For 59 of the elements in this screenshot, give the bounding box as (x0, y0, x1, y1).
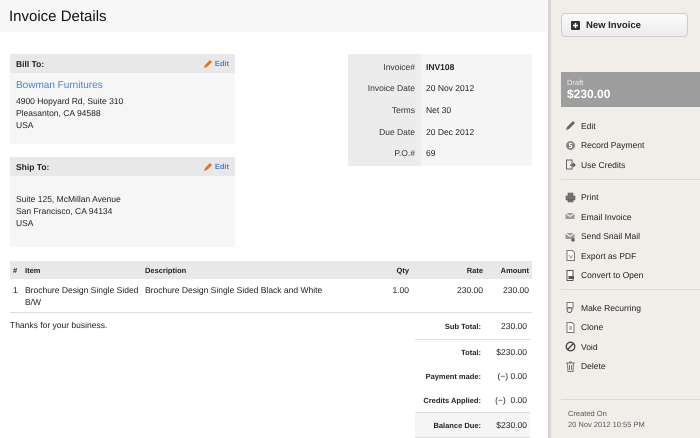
printer-icon (565, 192, 576, 203)
document-arrow-icon (565, 159, 576, 170)
new-invoice-button[interactable]: New Invoice (561, 13, 688, 37)
action-link[interactable]: Edit (565, 116, 700, 136)
table-cell: 1.00 (382, 279, 412, 312)
pencil-icon (202, 58, 213, 68)
action-link[interactable]: Print (565, 188, 700, 207)
meta-value: 20 Nov 2012 (426, 83, 474, 94)
address-line: San Francisco, CA 94134 (16, 205, 114, 217)
meta-value: INV108 (426, 62, 454, 72)
meta-label: Terms (390, 104, 415, 115)
address-line: Suite 125, McMillan Avenue (16, 193, 122, 205)
action-link[interactable]: Make Recurring (565, 298, 700, 318)
action-link[interactable]: Convert to Open (565, 266, 700, 285)
action-link[interactable]: Send Snail Mail (565, 226, 700, 246)
status-amount: $230.00 (567, 87, 612, 101)
action-link[interactable]: Email Invoice (565, 207, 700, 226)
action-link[interactable]: Record Payment (565, 136, 700, 155)
table-cell: 230.00 (412, 279, 486, 312)
total-value: $230.00 (495, 347, 527, 357)
meta-label: Invoice# (382, 62, 415, 72)
total-value: (−) 0.00 (496, 371, 527, 381)
meta-label: Due Date (378, 126, 415, 137)
action-link[interactable]: Export as PDF (565, 246, 700, 266)
meta-label: P.O.# (393, 148, 415, 158)
total-value: 230.00 (500, 321, 527, 331)
action-link[interactable]: Clone (565, 318, 700, 337)
total-value: $230.00 (495, 420, 527, 430)
document-icon (565, 270, 576, 281)
table-cell: Brochure Design Single Sided B/W (22, 279, 142, 312)
table-cell: 1 (10, 279, 22, 312)
copy-icon (565, 322, 576, 333)
void-icon (565, 341, 576, 352)
address-line: Pleasanton, CA 94588 (16, 107, 102, 119)
customer-name-link[interactable]: Bowman Furnitures (16, 80, 229, 92)
address-line: USA (16, 119, 34, 131)
total-value: (−) 0.00 (494, 395, 527, 405)
meta-value: Net 30 (426, 104, 452, 115)
page-title: Invoice Details (9, 8, 107, 24)
action-link[interactable]: Void (565, 337, 700, 356)
notes-text: Thanks for your business. (10, 320, 108, 332)
pencil-icon (202, 162, 213, 172)
trash-icon (565, 360, 576, 372)
meta-label: Invoice Date (366, 83, 415, 94)
coin-icon (565, 140, 576, 151)
action-link[interactable]: Use Credits (565, 155, 700, 174)
card-heading: Ship To: (16, 162, 50, 172)
meta-value: 69 (426, 148, 436, 158)
pencil-icon (565, 120, 576, 132)
pdf-document-icon (565, 250, 576, 262)
plus-icon (571, 20, 580, 30)
table-cell: 230.00 (486, 279, 532, 312)
envelope-icon (565, 230, 576, 242)
card-heading: Bill To: (16, 58, 44, 68)
action-link[interactable]: Delete (565, 356, 700, 376)
table-cell: Brochure Design Single Sided Black and White (142, 279, 382, 312)
meta-value: 20 Dec 2012 (426, 126, 474, 137)
address-line: USA (16, 217, 34, 229)
address-line: 4900 Hopyard Rd, Suite 310 (16, 95, 124, 107)
